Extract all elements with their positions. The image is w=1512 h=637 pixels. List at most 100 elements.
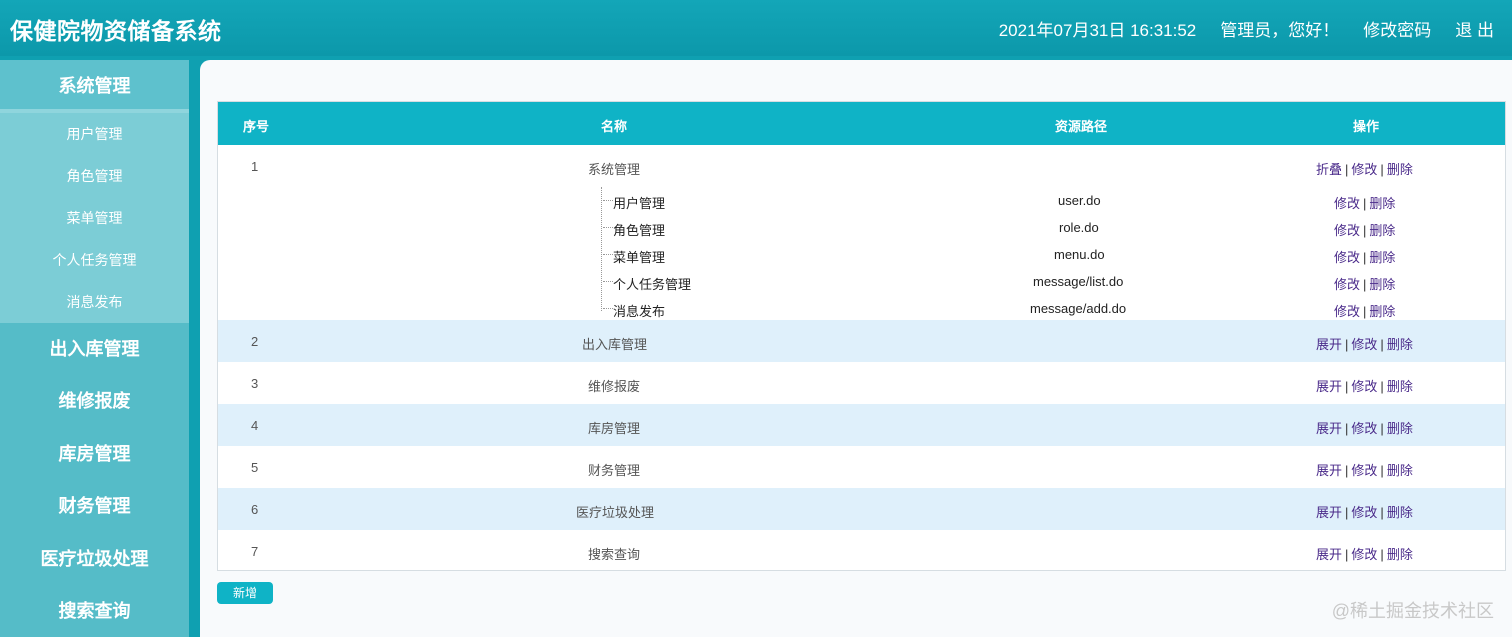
delete-link[interactable]: 删除: [1369, 196, 1395, 211]
child-row: 个人任务管理 message/list.do 修改 | 删除: [218, 268, 1505, 295]
edit-link[interactable]: 修改: [1334, 223, 1360, 238]
delete-link[interactable]: 删除: [1387, 547, 1413, 562]
row-actions: 展开 | 修改 | 删除: [1316, 547, 1413, 562]
row-actions: 展开 | 修改 | 删除: [1316, 337, 1413, 352]
row-actions: 折叠 | 修改 | 删除: [1316, 162, 1413, 177]
edit-link[interactable]: 修改: [1334, 196, 1360, 211]
current-datetime: 2021年07月31日 16:31:52: [998, 21, 1197, 40]
table-row: 4 库房管理 展开 | 修改 | 删除: [218, 404, 1505, 446]
expand-link[interactable]: 展开: [1316, 505, 1342, 520]
sidebar-group-finance[interactable]: 财务管理: [0, 480, 189, 532]
sidebar-group-medical-waste[interactable]: 医疗垃圾处理: [0, 533, 189, 585]
sidebar-group-warehouse[interactable]: 库房管理: [0, 428, 189, 480]
child-actions: 修改 | 删除: [1334, 250, 1396, 265]
delete-link[interactable]: 删除: [1369, 223, 1395, 238]
row-actions: 展开 | 修改 | 删除: [1316, 505, 1413, 520]
menu-table: 序号 名称 资源路径 操作 1 系统管理 折叠 | 修改 | 删除 用户管理 user.…: [217, 101, 1506, 571]
sidebar-item-menu[interactable]: 菜单管理: [0, 197, 189, 239]
row-actions: 展开 | 修改 | 删除: [1316, 379, 1413, 394]
edit-link[interactable]: 修改: [1334, 250, 1360, 265]
edit-link[interactable]: 修改: [1334, 277, 1360, 292]
table-row: 7 搜索查询 展开 | 修改 | 删除: [218, 530, 1505, 570]
row-name: 系统管理: [588, 162, 641, 177]
row-no: 1: [251, 159, 259, 174]
sidebar-group-inout[interactable]: 出入库管理: [0, 323, 189, 375]
delete-link[interactable]: 删除: [1369, 304, 1395, 319]
row-no: 6: [251, 502, 259, 517]
edit-link[interactable]: 修改: [1351, 421, 1377, 436]
sidebar-group-repair[interactable]: 维修报废: [0, 375, 189, 427]
sidebar-item-personal-task[interactable]: 个人任务管理: [0, 239, 189, 281]
expand-link[interactable]: 展开: [1316, 337, 1342, 352]
edit-link[interactable]: 修改: [1351, 463, 1377, 478]
row-name: 库房管理: [588, 421, 641, 436]
delete-link[interactable]: 删除: [1387, 162, 1413, 177]
child-name: 消息发布: [613, 304, 666, 319]
user-greeting: 管理员，您好！: [1220, 21, 1340, 40]
expand-link[interactable]: 展开: [1316, 379, 1342, 394]
delete-link[interactable]: 删除: [1369, 277, 1395, 292]
expand-link[interactable]: 展开: [1316, 547, 1342, 562]
expand-link[interactable]: 展开: [1316, 421, 1342, 436]
row-name: 出入库管理: [582, 337, 648, 352]
child-name: 菜单管理: [613, 250, 666, 265]
sidebar-submenu: 用户管理 角色管理 菜单管理 个人任务管理 消息发布: [0, 113, 189, 323]
child-name: 用户管理: [613, 196, 666, 211]
edit-link[interactable]: 修改: [1351, 337, 1377, 352]
child-name: 个人任务管理: [613, 277, 692, 292]
table-row: 3 维修报废 展开 | 修改 | 删除: [218, 362, 1505, 404]
sidebar-group-system[interactable]: 系统管理: [0, 60, 189, 113]
sidebar-item-message[interactable]: 消息发布: [0, 281, 189, 323]
main-content: 序号 名称 资源路径 操作 1 系统管理 折叠 | 修改 | 删除 用户管理 user.…: [200, 60, 1512, 637]
child-path: message/list.do: [1033, 274, 1124, 289]
edit-link[interactable]: 修改: [1351, 379, 1377, 394]
sidebar-item-role[interactable]: 角色管理: [0, 155, 189, 197]
child-row: 用户管理 user.do 修改 | 删除: [218, 187, 1505, 214]
child-actions: 修改 | 删除: [1334, 223, 1396, 238]
child-actions: 修改 | 删除: [1334, 304, 1396, 319]
edit-link[interactable]: 修改: [1351, 162, 1377, 177]
edit-link[interactable]: 修改: [1334, 304, 1360, 319]
change-password-link[interactable]: 修改密码: [1363, 16, 1431, 41]
sidebar-item-user[interactable]: 用户管理: [0, 113, 189, 155]
collapse-link[interactable]: 折叠: [1316, 162, 1342, 177]
child-row: 菜单管理 menu.do 修改 | 删除: [218, 241, 1505, 268]
sidebar-group-search[interactable]: 搜索查询: [0, 585, 189, 637]
top-right-bar: 2021年07月31日 16:31:52 管理员，您好！ 修改密码 退 出: [999, 16, 1494, 41]
row-no: 4: [251, 418, 259, 433]
child-actions: 修改 | 删除: [1334, 277, 1396, 292]
table-row: 1 系统管理 折叠 | 修改 | 删除 用户管理 user.do 修改 | 删除 角色管理 …: [218, 145, 1505, 320]
table-row: 5 财务管理 展开 | 修改 | 删除: [218, 446, 1505, 488]
row-name: 财务管理: [588, 463, 641, 478]
tree-branch: [603, 254, 613, 255]
edit-link[interactable]: 修改: [1351, 505, 1377, 520]
column-header-path: 资源路径: [1055, 119, 1108, 134]
edit-link[interactable]: 修改: [1351, 547, 1377, 562]
child-path: user.do: [1058, 193, 1101, 208]
row-no: 7: [251, 544, 259, 559]
add-button[interactable]: 新增: [217, 582, 273, 604]
expand-link[interactable]: 展开: [1316, 463, 1342, 478]
delete-link[interactable]: 删除: [1369, 250, 1395, 265]
child-path: message/add.do: [1030, 301, 1127, 316]
delete-link[interactable]: 删除: [1387, 337, 1413, 352]
delete-link[interactable]: 删除: [1387, 421, 1413, 436]
row-no: 3: [251, 376, 259, 391]
tree-branch: [603, 281, 613, 282]
child-actions: 修改 | 删除: [1334, 196, 1396, 211]
delete-link[interactable]: 删除: [1387, 379, 1413, 394]
watermark: @稀土掘金技术社区: [1331, 601, 1494, 621]
delete-link[interactable]: 删除: [1387, 505, 1413, 520]
child-path: menu.do: [1054, 247, 1105, 262]
row-no: 2: [251, 334, 259, 349]
logout-link[interactable]: 退 出: [1455, 16, 1494, 41]
child-row: 消息发布 message/add.do 修改 | 删除: [218, 295, 1505, 322]
table-row: 6 医疗垃圾处理 展开 | 修改 | 删除: [218, 488, 1505, 530]
row-name: 维修报废: [588, 379, 641, 394]
delete-link[interactable]: 删除: [1387, 463, 1413, 478]
table-row: 2 出入库管理 展开 | 修改 | 删除: [218, 320, 1505, 362]
column-header-actions: 操作: [1353, 119, 1380, 134]
top-bar: 保健院物资储备系统 2021年07月31日 16:31:52 管理员，您好！ 修…: [0, 0, 1512, 56]
app-title: 保健院物资储备系统: [10, 18, 222, 44]
column-header-name: 名称: [601, 119, 628, 134]
